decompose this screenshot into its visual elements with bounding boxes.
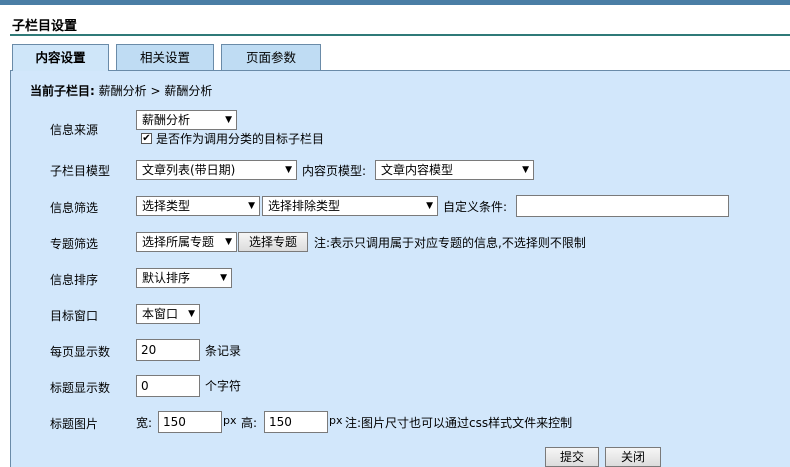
filter-label: 信息筛选: [50, 201, 99, 215]
page-title: 子栏目设置: [12, 19, 78, 34]
chevron-down-icon: ▼: [285, 165, 292, 175]
target-subcolumn-checkbox[interactable]: ✔: [141, 133, 152, 144]
content-model-label: 内容页模型:: [302, 164, 367, 178]
source-select-value: 薪酬分析: [142, 113, 191, 127]
model-select[interactable]: 文章列表(带日期) ▼: [136, 160, 297, 180]
model-label: 子栏目模型: [50, 164, 111, 178]
exclude-type-select[interactable]: 选择排除类型 ▼: [262, 196, 438, 216]
top-bar: [0, 0, 790, 5]
source-select[interactable]: 薪酬分析 ▼: [136, 110, 237, 130]
image-width-unit: px: [223, 414, 237, 427]
exclude-type-select-value: 选择排除类型: [268, 199, 341, 213]
title-length-input[interactable]: 0: [136, 375, 200, 397]
target-label: 目标窗口: [50, 309, 99, 323]
sort-select-value: 默认排序: [142, 271, 191, 285]
type-select[interactable]: 选择类型 ▼: [136, 196, 260, 216]
type-select-value: 选择类型: [142, 199, 191, 213]
topic-select[interactable]: 选择所属专题 ▼: [136, 232, 237, 252]
custom-condition-input[interactable]: [516, 195, 729, 217]
tab-page-params[interactable]: 页面参数: [221, 44, 321, 70]
content-panel: [10, 70, 790, 467]
breadcrumb-path: 薪酬分析 > 薪酬分析: [98, 84, 213, 98]
title-image-label: 标题图片: [50, 417, 99, 431]
target-select[interactable]: 本窗口 ▼: [136, 304, 200, 324]
breadcrumb-prefix: 当前子栏目:: [30, 84, 95, 98]
per-page-label: 每页显示数: [50, 345, 111, 359]
title-length-label: 标题显示数: [50, 381, 111, 395]
chevron-down-icon: ▼: [426, 201, 433, 211]
chevron-down-icon: ▼: [225, 237, 232, 247]
title-length-unit: 个字符: [205, 379, 242, 393]
tab-content-settings[interactable]: 内容设置: [12, 44, 109, 71]
sort-label: 信息排序: [50, 273, 99, 287]
image-width-input[interactable]: 150: [158, 411, 222, 433]
sort-select[interactable]: 默认排序 ▼: [136, 268, 232, 288]
content-model-select-value: 文章内容模型: [381, 163, 454, 177]
custom-condition-label: 自定义条件:: [443, 200, 508, 214]
image-height-label: 高:: [241, 416, 258, 430]
chevron-down-icon: ▼: [188, 309, 195, 319]
per-page-input[interactable]: 20: [136, 339, 200, 361]
model-select-value: 文章列表(带日期): [142, 163, 236, 177]
title-image-note: 注:图片尺寸也可以通过css样式文件来控制: [345, 416, 573, 430]
chevron-down-icon: ▼: [522, 165, 529, 175]
content-model-select[interactable]: 文章内容模型 ▼: [375, 160, 534, 180]
checkbox-label: 是否作为调用分类的目标子栏目: [156, 132, 325, 146]
topic-select-value: 选择所属专题: [142, 235, 215, 249]
chevron-down-icon: ▼: [225, 115, 232, 125]
topic-note: 注:表示只调用属于对应专题的信息,不选择则不限制: [314, 236, 586, 250]
topic-label: 专题筛选: [50, 237, 99, 251]
breadcrumb: 当前子栏目: 薪酬分析 > 薪酬分析: [30, 82, 212, 99]
chevron-down-icon: ▼: [220, 273, 227, 283]
choose-topic-button[interactable]: 选择专题: [238, 232, 308, 252]
image-height-input[interactable]: 150: [264, 411, 328, 433]
per-page-unit: 条记录: [205, 344, 242, 358]
submit-button[interactable]: 提交: [545, 447, 599, 467]
close-button[interactable]: 关闭: [605, 447, 661, 467]
image-width-label: 宽:: [136, 416, 153, 430]
target-select-value: 本窗口: [142, 307, 179, 321]
tab-related-settings[interactable]: 相关设置: [116, 44, 214, 70]
source-label: 信息来源: [50, 123, 99, 137]
title-divider: [10, 34, 790, 36]
chevron-down-icon: ▼: [248, 201, 255, 211]
image-height-unit: px: [329, 414, 343, 427]
